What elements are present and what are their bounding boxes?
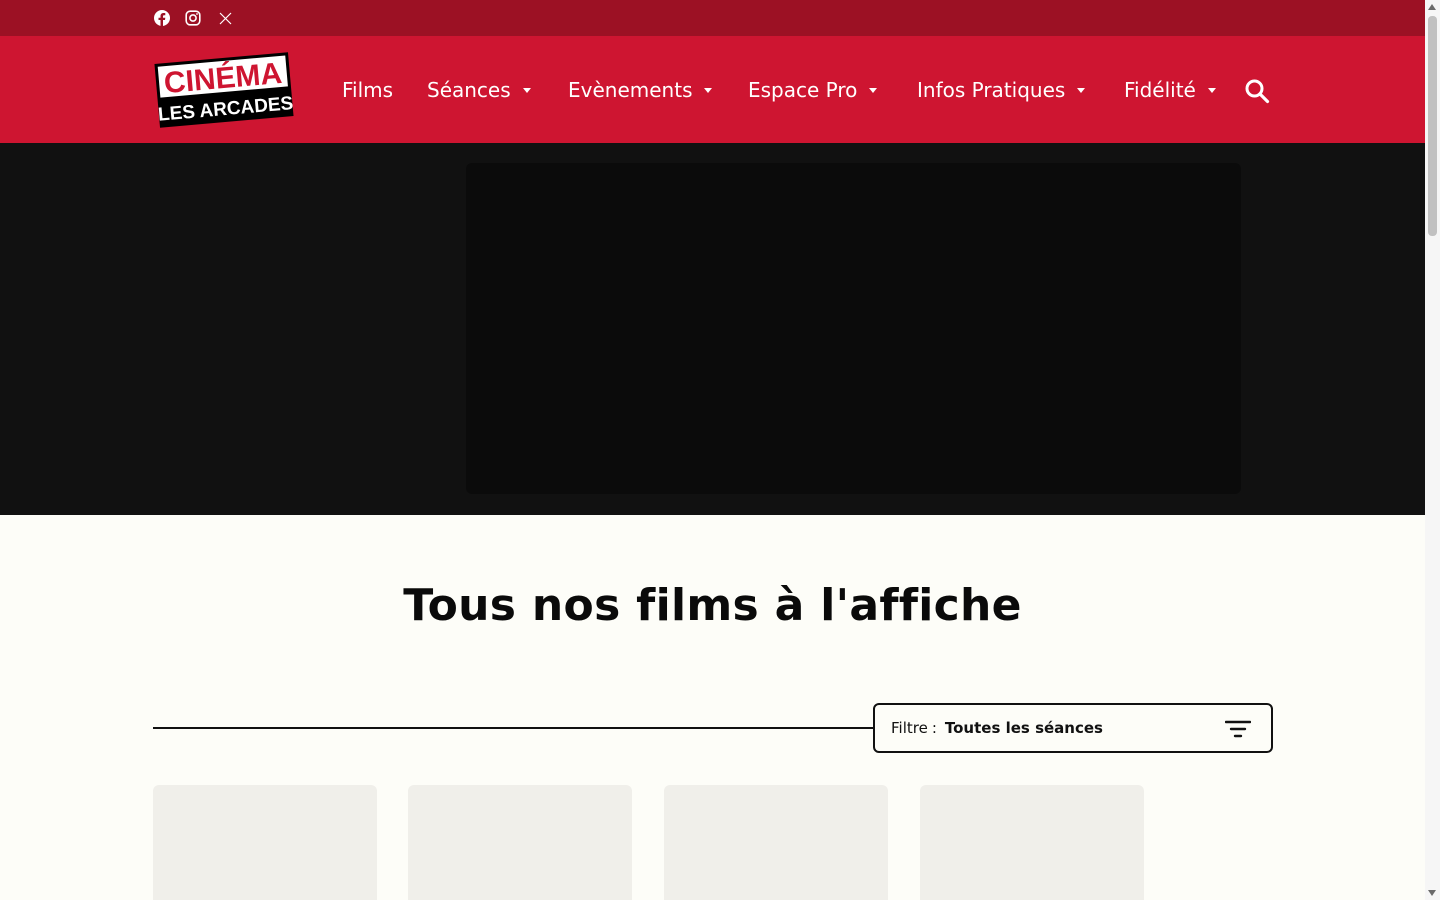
nav-item-fidelite[interactable]: Fidélité <box>1124 76 1216 104</box>
caret-down-icon <box>704 87 713 93</box>
nav-item-infos-pratiques[interactable]: Infos Pratiques <box>917 76 1086 104</box>
scroll-up-icon[interactable] <box>1428 4 1436 10</box>
nav-item-label: Infos Pratiques <box>917 78 1066 102</box>
nav-item-espace-pro[interactable]: Espace Pro <box>748 76 878 104</box>
facebook-icon[interactable] <box>153 9 171 27</box>
filter-label: Filtre <box>891 719 928 737</box>
film-card[interactable] <box>920 785 1144 900</box>
nav-item-label: Films <box>342 78 394 102</box>
main-header: CINÉMA LES ARCADES Films Séances Evèneme… <box>0 36 1425 143</box>
nav-item-seances[interactable]: Séances <box>427 76 531 104</box>
nav-item-label: Séances <box>427 78 511 102</box>
scrollbar[interactable] <box>1425 0 1440 900</box>
scroll-down-icon[interactable] <box>1428 890 1436 896</box>
hero-media-placeholder[interactable] <box>466 163 1241 494</box>
instagram-icon[interactable] <box>184 9 202 27</box>
scrollbar-thumb[interactable] <box>1428 16 1437 236</box>
filter-separator: : <box>931 719 937 737</box>
film-card[interactable] <box>664 785 888 900</box>
caret-down-icon <box>869 87 878 93</box>
nav-item-label: Fidélité <box>1124 78 1196 102</box>
nav-item-label: Evènements <box>568 78 693 102</box>
nav-item-label: Espace Pro <box>748 78 858 102</box>
page-title: Tous nos films à l'affiche <box>403 580 1022 631</box>
social-bar <box>0 0 1425 36</box>
cinema-logo[interactable]: CINÉMA LES ARCADES <box>153 52 295 128</box>
caret-down-icon <box>1207 87 1216 93</box>
search-icon[interactable] <box>1242 76 1272 106</box>
filter-icon <box>1224 719 1252 739</box>
filter-value: Toutes les séances <box>944 719 1103 737</box>
section-divider <box>153 727 875 729</box>
x-twitter-icon[interactable] <box>216 9 234 27</box>
nav-item-films[interactable]: Films <box>342 76 393 104</box>
caret-down-icon <box>1077 87 1086 93</box>
film-card[interactable] <box>153 785 377 900</box>
filter-select[interactable]: Filtre : Toutes les séances <box>873 703 1273 753</box>
nav-item-evenements[interactable]: Evènements <box>568 76 713 104</box>
caret-down-icon <box>522 87 531 93</box>
hero-banner <box>0 143 1425 515</box>
film-card[interactable] <box>408 785 632 900</box>
